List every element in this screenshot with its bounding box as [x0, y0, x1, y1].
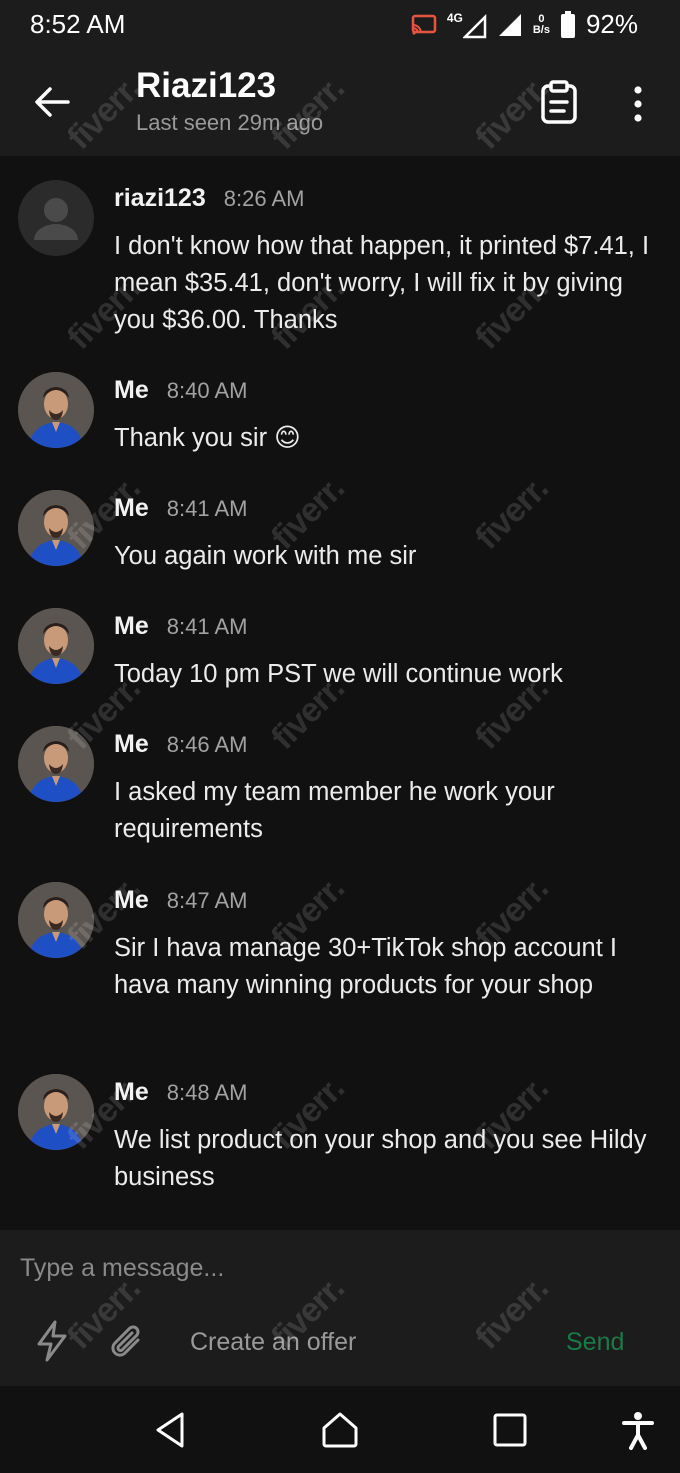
status-icons: 4G 0 B/s 92%	[411, 9, 638, 40]
back-arrow-icon	[35, 87, 70, 117]
sender-name: Me	[114, 1078, 149, 1106]
data-speed-unit: B/s	[532, 23, 550, 36]
data-speed-value: 0	[538, 12, 545, 25]
network-type-icon: 4G	[447, 11, 487, 39]
send-button[interactable]: Send	[566, 1328, 624, 1357]
message-input[interactable]	[20, 1248, 660, 1288]
message-header: Me 8:46 AM	[114, 730, 247, 759]
paperclip-icon	[111, 1325, 140, 1357]
more-options-button[interactable]	[624, 84, 652, 124]
nav-home-button[interactable]	[318, 1408, 362, 1452]
user-avatar[interactable]	[18, 726, 94, 802]
profile-photo-icon	[18, 490, 94, 566]
message-text: I asked my team member he work your requ…	[114, 778, 555, 843]
default-avatar[interactable]	[18, 180, 94, 256]
sender-name: Me	[114, 730, 149, 758]
nav-accessibility-button[interactable]	[616, 1408, 660, 1452]
message-header: Me 8:41 AM	[114, 612, 247, 641]
sender-name: Me	[114, 494, 149, 522]
message-text: Today 10 pm PST we will continue work	[114, 660, 563, 688]
message-header: Me 8:47 AM	[114, 886, 247, 915]
profile-photo-icon	[18, 1074, 94, 1150]
user-avatar[interactable]	[18, 1074, 94, 1150]
lightning-icon	[37, 1320, 67, 1362]
cast-icon	[411, 14, 437, 35]
message-composer: Create an offer Send	[0, 1230, 680, 1386]
recents-icon	[493, 1413, 527, 1447]
person-icon	[34, 198, 78, 240]
sender-name: Me	[114, 376, 149, 404]
message-time: 8:46 AM	[166, 732, 248, 757]
clipboard-icon	[541, 80, 577, 124]
signal-full-icon	[498, 13, 521, 36]
message-text: We list product on your shop and you see…	[114, 1126, 647, 1191]
user-avatar[interactable]	[18, 490, 94, 566]
message-text: You again work with me sir	[114, 542, 417, 570]
message-text: Thank you sir 😊	[114, 424, 301, 452]
back-triangle-icon	[156, 1412, 184, 1448]
message-header: Me 8:40 AM	[114, 376, 247, 405]
user-avatar[interactable]	[18, 372, 94, 448]
message-time: 8:41 AM	[166, 614, 248, 639]
signal-icon	[462, 13, 487, 38]
home-icon	[322, 1412, 358, 1448]
message-time: 8:48 AM	[166, 1080, 248, 1105]
last-seen-status: Last seen 29m ago	[136, 110, 324, 135]
network-label: 4G	[446, 10, 463, 25]
order-details-button[interactable]	[540, 80, 578, 124]
message-time: 8:26 AM	[223, 186, 305, 211]
message-header: Me 8:48 AM	[114, 1078, 247, 1107]
sender-name: Me	[114, 886, 149, 914]
message-header: riazi123 8:26 AM	[114, 184, 304, 213]
status-time: 8:52 AM	[30, 9, 126, 39]
accessibility-icon	[622, 1412, 654, 1450]
nav-recents-button[interactable]	[488, 1408, 532, 1452]
battery-icon	[560, 10, 575, 38]
data-speed: 0 B/s	[532, 12, 550, 36]
profile-photo-icon	[18, 608, 94, 684]
status-bar: 8:52 AM 4G 0 B/s 92%	[0, 0, 680, 50]
message-time: 8:47 AM	[166, 888, 248, 913]
user-avatar[interactable]	[18, 608, 94, 684]
sender-name: Me	[114, 612, 149, 640]
message-time: 8:41 AM	[166, 496, 248, 521]
system-nav-bar	[0, 1386, 680, 1473]
profile-photo-icon	[18, 372, 94, 448]
sender-name: riazi123	[114, 184, 206, 212]
message-time: 8:40 AM	[166, 378, 248, 403]
create-offer-button[interactable]: Create an offer	[190, 1328, 356, 1357]
more-vertical-icon	[634, 86, 642, 122]
message-header: Me 8:41 AM	[114, 494, 247, 523]
battery-percent: 92%	[585, 9, 638, 39]
message-list[interactable]: riazi123 8:26 AM I don't know how that hap…	[0, 156, 680, 1228]
attach-file-button[interactable]	[108, 1322, 148, 1362]
user-avatar[interactable]	[18, 882, 94, 958]
back-button[interactable]	[32, 82, 72, 122]
contact-name[interactable]: Riazi123	[136, 66, 276, 106]
profile-photo-icon	[18, 882, 94, 958]
nav-back-button[interactable]	[150, 1408, 194, 1452]
profile-photo-icon	[18, 726, 94, 802]
message-text: Sir I hava manage 30+TikTok shop account…	[114, 934, 617, 999]
chat-header: Riazi123 Last seen 29m ago	[0, 50, 680, 156]
message-text: I don't know how that happen, it printed…	[114, 232, 650, 334]
quick-response-button[interactable]	[34, 1320, 70, 1362]
